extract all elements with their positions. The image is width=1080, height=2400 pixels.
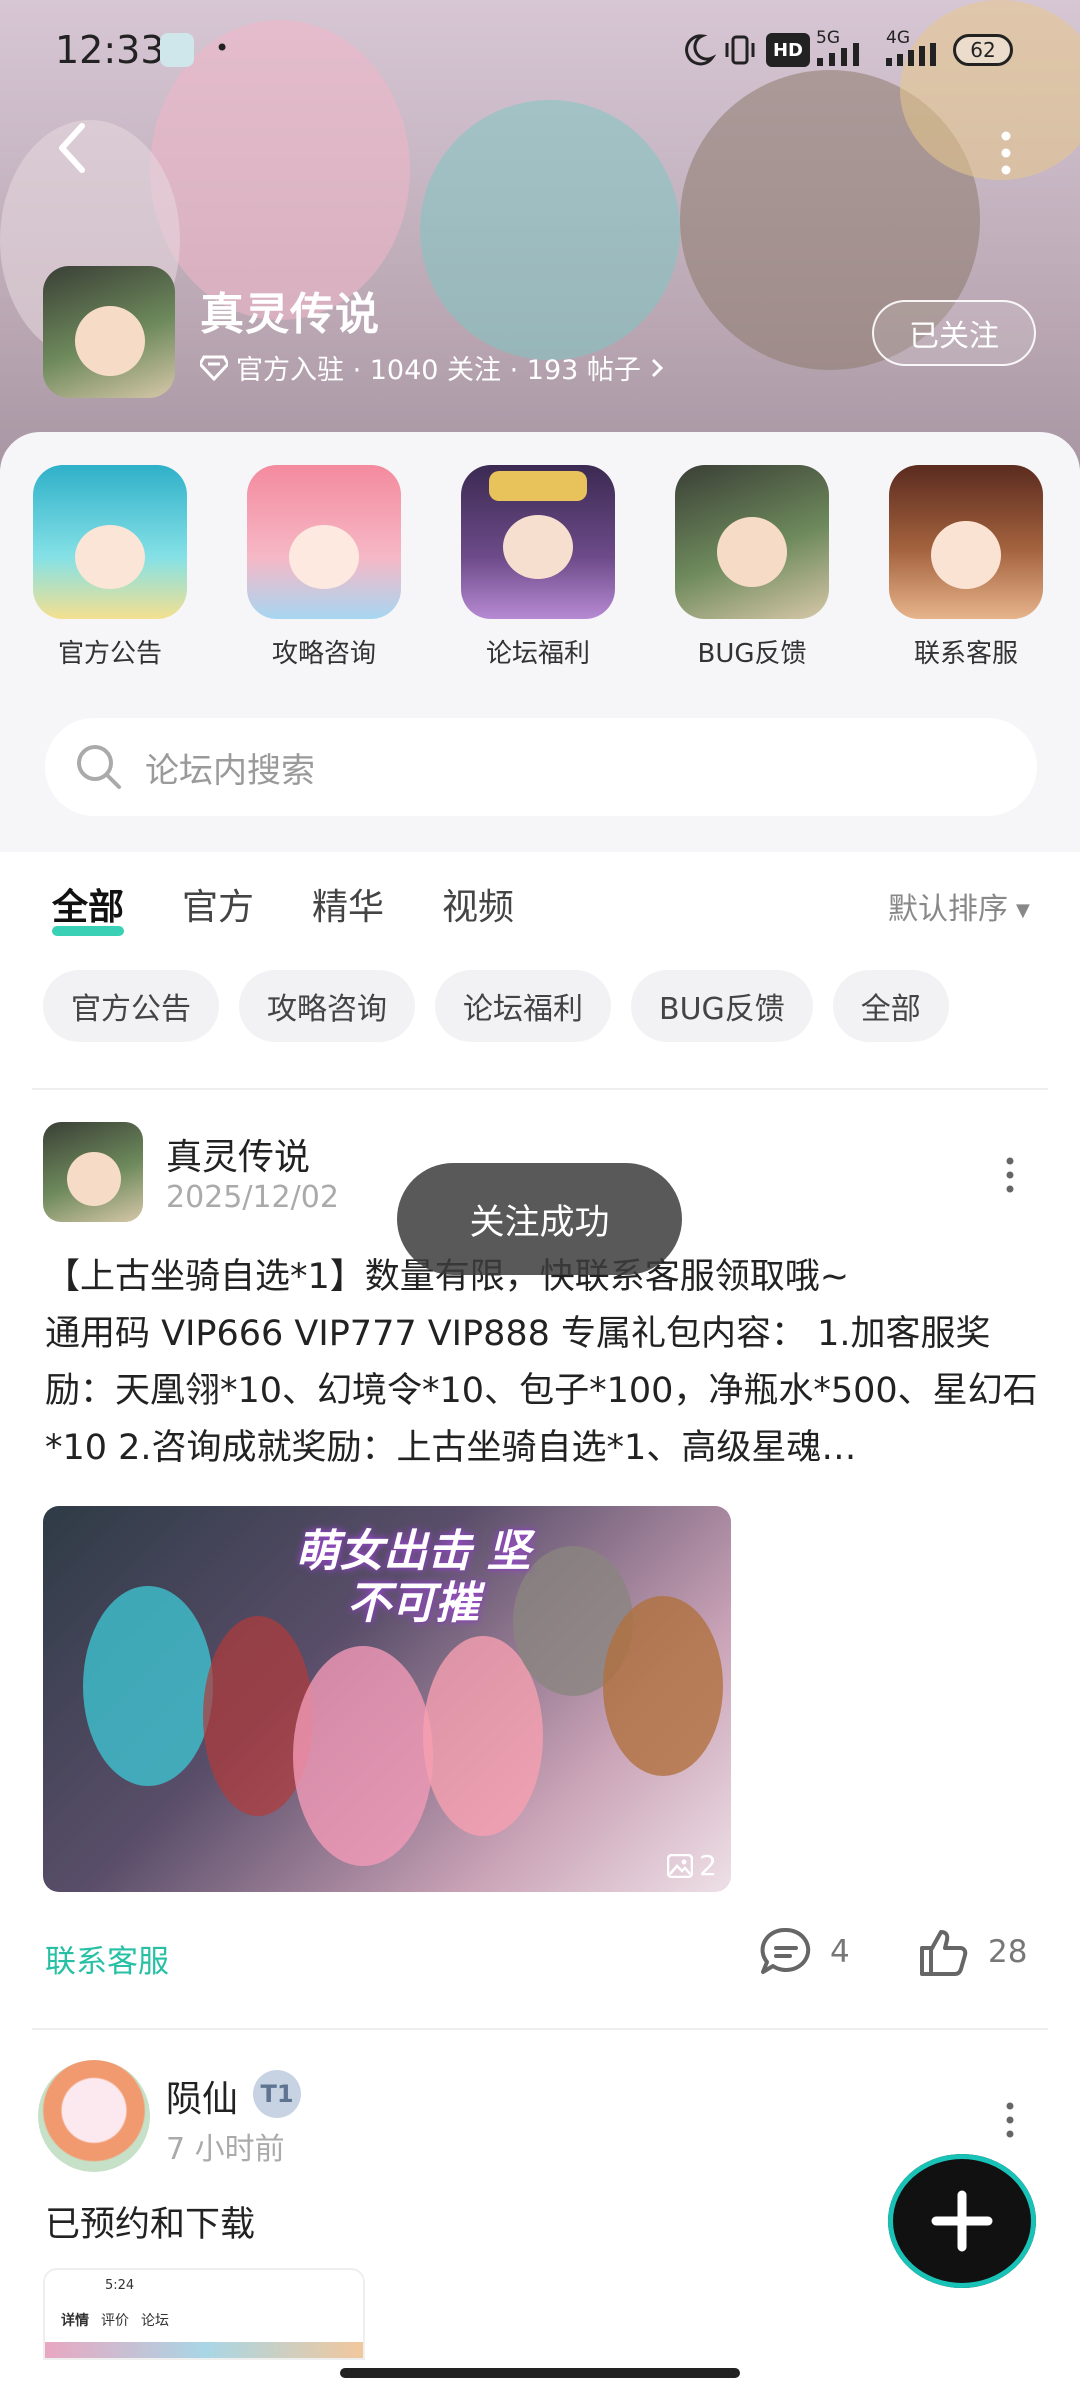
search-icon <box>77 745 121 789</box>
art <box>603 1596 723 1776</box>
post2-author-name[interactable]: 陨仙 <box>166 2070 238 2122</box>
image-count-badge: 2 <box>667 1849 717 1882</box>
feed-tabs: 全部 官方 精华 视频 <box>52 878 514 936</box>
dot-icon: • <box>215 34 230 62</box>
post2-time: 7 小时前 <box>166 2132 285 2167</box>
category-label: BUG反馈 <box>697 639 807 669</box>
tab-featured[interactable]: 精华 <box>312 878 384 930</box>
face <box>289 525 359 589</box>
category-icon-crown <box>461 465 615 619</box>
thumbs-up-icon <box>920 1930 968 1976</box>
art <box>83 1586 213 1786</box>
post2-image-thumbnail[interactable]: 5:24 详情 评价 论坛 <box>43 2268 365 2360</box>
post-more-icon[interactable] <box>1000 1155 1020 1195</box>
level-badge: T1 <box>253 2070 301 2118</box>
category-icon-pink-hair <box>247 465 401 619</box>
category-icon-blue-hair <box>33 465 187 619</box>
verified-diamond-icon <box>200 355 228 381</box>
chip-announcements[interactable]: 官方公告 <box>43 970 219 1042</box>
post2-text[interactable]: 已预约和下载 <box>45 2196 255 2247</box>
post-date: 2025/12/02 <box>166 1180 339 1215</box>
category-label: 联系客服 <box>913 639 1018 669</box>
tab-video[interactable]: 视频 <box>442 878 514 930</box>
category-guides[interactable]: 攻略咨询 <box>244 465 404 670</box>
category-support[interactable]: 联系客服 <box>886 465 1046 670</box>
thumb-tab: 评价 <box>101 2313 129 2329</box>
sort-label: 默认排序 <box>888 892 1008 927</box>
follow-button[interactable]: 已关注 <box>872 300 1036 366</box>
game-meta[interactable]: 官方入驻 · 1040 关注 · 193 帖子 <box>200 348 665 387</box>
filter-chips: 官方公告 攻略咨询 论坛福利 BUG反馈 全部 <box>43 970 949 1042</box>
moon-icon <box>685 34 716 66</box>
sort-dropdown[interactable]: 默认排序 ▼ <box>888 884 1030 928</box>
category-label: 论坛福利 <box>485 639 590 669</box>
header-art-teal <box>420 100 680 360</box>
post-image[interactable]: 萌女出击 坚不可摧 2 <box>43 1506 731 1892</box>
face <box>931 521 1001 589</box>
thumb-tab: 论坛 <box>141 2313 169 2329</box>
thumb-tabs: 详情 评价 论坛 <box>61 2310 169 2330</box>
category-label: 攻略咨询 <box>271 639 376 669</box>
chip-welfare[interactable]: 论坛福利 <box>435 970 611 1042</box>
comment-icon <box>760 1927 811 1974</box>
post2-author-avatar[interactable] <box>38 2060 150 2172</box>
avatar-face <box>75 306 145 376</box>
forum-search-bar[interactable]: 论坛内搜索 <box>45 718 1037 816</box>
caret-down-icon: ▼ <box>1016 900 1030 921</box>
post-author-name[interactable]: 真灵传说 <box>166 1128 310 1180</box>
game-meta-text: 官方入驻 · 1040 关注 · 193 帖子 <box>236 355 641 386</box>
face <box>717 517 787 587</box>
tab-all[interactable]: 全部 <box>52 878 125 936</box>
face <box>503 515 573 579</box>
category-welfare[interactable]: 论坛福利 <box>458 465 618 670</box>
crown <box>489 471 587 501</box>
status-time: 12:33 <box>55 28 165 72</box>
category-bug-report[interactable]: BUG反馈 <box>672 465 832 670</box>
chevron-right-icon <box>651 358 664 377</box>
category-icon-cat-ears <box>889 465 1043 619</box>
divider <box>32 2028 1048 2030</box>
post2-more-icon[interactable] <box>1000 2100 1020 2140</box>
chip-bug-report[interactable]: BUG反馈 <box>631 970 813 1042</box>
more-vertical-icon[interactable] <box>996 128 1016 178</box>
avatar-face <box>67 1152 121 1206</box>
hd-icon: HD <box>766 33 810 67</box>
category-announcements[interactable]: 官方公告 <box>30 465 190 670</box>
plus-icon <box>931 2190 993 2252</box>
comment-button[interactable]: 4 <box>758 1926 850 1978</box>
search-placeholder: 论坛内搜索 <box>145 750 315 791</box>
thumb-time: 5:24 <box>105 2278 135 2293</box>
create-post-button[interactable] <box>888 2154 1036 2288</box>
chip-all[interactable]: 全部 <box>832 970 949 1042</box>
divider <box>32 1088 1048 1090</box>
chip-guides[interactable]: 攻略咨询 <box>239 970 415 1042</box>
art <box>293 1646 433 1866</box>
thumb-tab: 详情 <box>61 2313 89 2329</box>
face <box>75 525 145 589</box>
post-tag-link[interactable]: 联系客服 <box>45 1936 169 1981</box>
tab-official[interactable]: 官方 <box>182 878 254 930</box>
status-bar: 12:33 • HD 5G 4G 62 <box>0 0 1080 100</box>
game-title: 真灵传说 <box>200 289 380 340</box>
category-icon-green <box>675 465 829 619</box>
app-notification-icon <box>160 33 194 67</box>
signal-5g-icon <box>817 43 859 66</box>
gallery-icon <box>667 1853 694 1878</box>
like-count: 28 <box>988 1934 1028 1970</box>
battery-icon: 62 <box>953 34 1013 66</box>
back-arrow-icon[interactable] <box>48 118 98 178</box>
image-count: 2 <box>699 1849 717 1882</box>
vibrate-icon <box>725 35 755 65</box>
post-author-avatar[interactable] <box>43 1122 143 1222</box>
toast-message: 关注成功 <box>397 1163 682 1275</box>
like-button[interactable]: 28 <box>916 1926 1027 1978</box>
post-body[interactable]: 通用码 VIP666 VIP777 VIP888 专属礼包内容： 1.加客服奖励… <box>45 1306 1040 1477</box>
comment-count: 4 <box>830 1934 850 1970</box>
thumb-strip <box>45 2342 363 2358</box>
game-avatar[interactable] <box>43 266 175 398</box>
signal-4g-icon <box>886 43 936 66</box>
banner-title: 萌女出击 坚不可摧 <box>295 1526 531 1629</box>
home-indicator[interactable] <box>340 2368 740 2378</box>
category-label: 官方公告 <box>57 639 162 669</box>
